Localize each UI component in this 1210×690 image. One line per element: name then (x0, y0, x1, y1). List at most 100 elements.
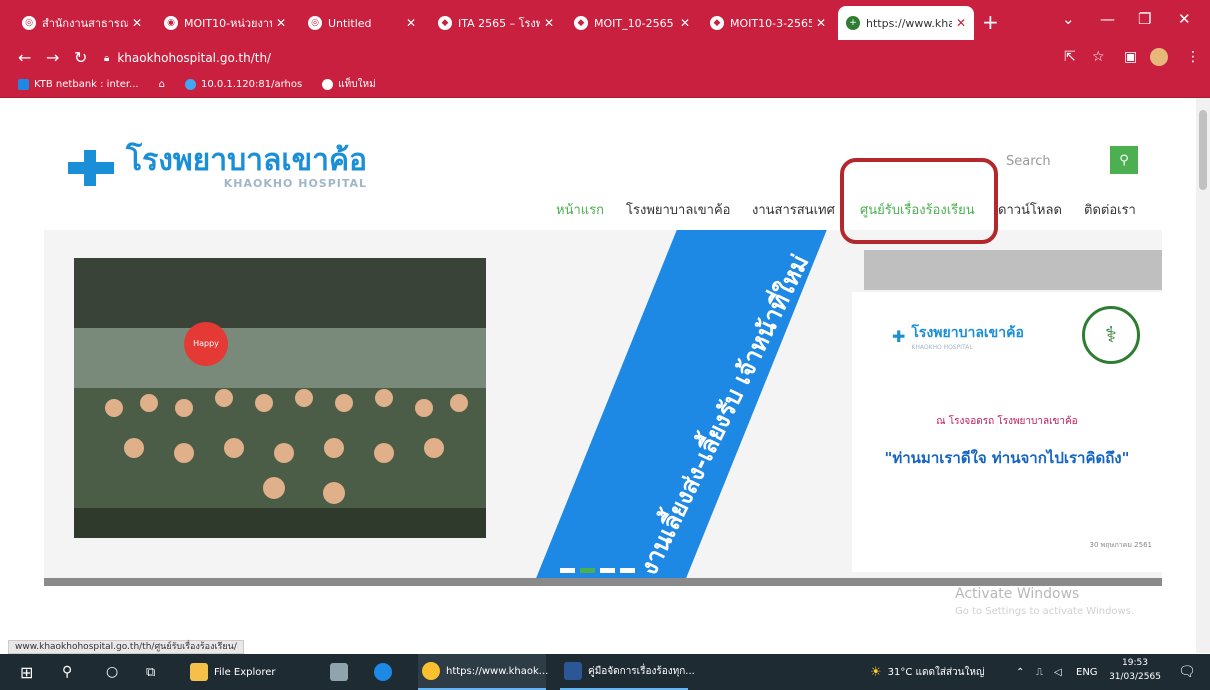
ita-icon: ◆ (438, 16, 452, 30)
search-icon: ⚲ (62, 664, 73, 680)
card-logo: ✚ โรงพยาบาลเขาค้อ KHAOKHO HOSPITAL (892, 322, 1024, 351)
start-button[interactable]: ⊞ (20, 654, 33, 690)
site-logo[interactable]: โรงพยาบาลเขาค้อ KHAOKHO HOSPITAL (66, 145, 367, 190)
search-icon: ⚲ (1119, 152, 1129, 168)
taskbar-edge[interactable] (374, 654, 398, 690)
balloon-text: Happy (193, 339, 219, 348)
logo-english-name: KHAOKHO HOSPITAL (223, 177, 368, 190)
menu-kebab-icon[interactable]: ⋮ (1186, 49, 1200, 65)
restore-icon[interactable]: ❐ (1138, 10, 1151, 28)
url-omnibox[interactable]: 🔒︎ khaokhohospital.go.th/th/ (104, 47, 1064, 69)
chrome-globe-icon (322, 79, 334, 90)
lock-icon: 🔒︎ (104, 52, 110, 64)
notification-button[interactable]: 🗨︎ (1178, 654, 1196, 690)
slider-dot[interactable] (600, 568, 615, 573)
app-icon (330, 663, 348, 681)
slide-card: ✚ โรงพยาบาลเขาค้อ KHAOKHO HOSPITAL ⚕ ณ โ… (852, 292, 1162, 572)
slider-dot[interactable] (560, 568, 575, 573)
hospital-cross-icon: ✚ (892, 327, 906, 346)
moit-icon: ◉ (164, 16, 178, 30)
bookmark-ktb[interactable]: KTB netbank : inter... (18, 79, 139, 90)
nav-download[interactable]: ดาวน์โหลด (998, 199, 1062, 220)
search-input[interactable]: Search (1000, 148, 1110, 176)
tab-title: MOIT10-3-2565 (730, 16, 812, 30)
bookmark-arhos[interactable]: 10.0.1.120:81/arhos (184, 79, 303, 90)
hero-slider[interactable]: Happy งานเลี้ยงส่ง-เลี้ยงรับ เจ้าหน้าที่… (44, 230, 1162, 586)
nav-hospital[interactable]: โรงพยาบาลเขาค้อ (626, 199, 730, 220)
taskbar-clock[interactable]: 19:53 31/03/2565 (1105, 656, 1165, 684)
chrome-globe-icon: ◎ (22, 16, 36, 30)
close-icon[interactable]: ✕ (276, 16, 286, 30)
network-icon: ⎍ (1036, 666, 1043, 678)
close-icon[interactable]: ✕ (680, 16, 690, 30)
tray-language[interactable]: ENG (1076, 654, 1098, 690)
weather-sun-icon: ☀ (870, 664, 882, 680)
bookmark-star-icon[interactable]: ☆ (1092, 49, 1105, 65)
bookmark-home[interactable]: ⌂ (159, 79, 165, 90)
close-icon[interactable]: ✕ (544, 16, 554, 30)
chrome-icon (422, 662, 440, 680)
address-bar-row: ← → ↻ 🔒︎ khaokhohospital.go.th/th/ ⇱ ☆ ▣… (0, 44, 1210, 72)
hospital-cross-icon (66, 148, 116, 188)
search-button[interactable]: ⚲ (1110, 146, 1138, 174)
logo-thai-name: โรงพยาบาลเขาค้อ (126, 143, 368, 178)
close-icon[interactable]: ✕ (816, 16, 826, 30)
nav-home[interactable]: หน้าแรก (556, 199, 604, 220)
edge-icon (374, 663, 392, 681)
bookmark-label: 10.0.1.120:81/arhos (200, 79, 303, 90)
slider-bottom-bar (44, 578, 1162, 586)
slider-dot-active[interactable] (580, 568, 595, 573)
slider-dot[interactable] (620, 568, 635, 573)
tab-title: สำนักงานสาธารณสุ (42, 17, 128, 30)
minimize-icon[interactable]: — (1100, 10, 1115, 28)
share-icon[interactable]: ⇱ (1064, 49, 1076, 65)
forward-arrow-icon[interactable]: → (46, 48, 59, 67)
task-view-button[interactable]: ⧉ (146, 654, 155, 690)
taskbar-chrome[interactable]: https://www.khaok... (418, 654, 549, 690)
nav-contact[interactable]: ติดต่อเรา (1084, 199, 1136, 220)
chevron-up-icon: ⌃ (1016, 666, 1025, 678)
close-icon[interactable]: ✕ (406, 16, 416, 30)
folder-icon (190, 663, 208, 681)
notification-icon: 🗨︎ (1178, 664, 1196, 680)
home-icon: ⌂ (158, 79, 165, 90)
close-icon[interactable]: ✕ (956, 16, 966, 30)
tray-volume[interactable]: ◁ (1054, 654, 1062, 690)
profile-avatar[interactable] (1150, 48, 1168, 66)
tab-ita-2565[interactable]: ◆ ITA 2565 – โรงพ ✕ (430, 6, 562, 40)
scrollbar-thumb[interactable] (1199, 110, 1207, 190)
chevron-down-icon[interactable]: ⌄ (1062, 10, 1075, 28)
taskbar-file-explorer[interactable]: File Explorer (190, 654, 276, 690)
slide-grey-bar (864, 250, 1162, 290)
cortana-button[interactable]: ○ (106, 654, 118, 690)
tab-moit-10-2565[interactable]: ◆ MOIT_10-2565 - ✕ (566, 6, 698, 40)
tab-untitled[interactable]: ◎ Untitled ✕ (300, 6, 424, 40)
tab-moit10-3-2565[interactable]: ◆ MOIT10-3-2565 ✕ (702, 6, 834, 40)
globe-icon (184, 79, 196, 90)
taskbar-label: คู่มือจัดการเรื่องร้องทุก... (588, 665, 695, 677)
sidebar-icon[interactable]: ▣ (1124, 49, 1137, 65)
nav-it[interactable]: งานสารสนเทศ (752, 199, 835, 220)
tray-chevron[interactable]: ⌃ (1016, 654, 1024, 690)
close-window-icon[interactable]: ✕ (1178, 10, 1191, 28)
tab-provincial-health[interactable]: ◎ สำนักงานสาธารณสุ ✕ (14, 6, 150, 40)
taskbar-label: https://www.khaok... (446, 665, 549, 677)
back-arrow-icon[interactable]: ← (18, 48, 31, 67)
card-logo-english: KHAOKHO HOSPITAL (911, 344, 973, 351)
taskbar-word[interactable]: คู่มือจัดการเรื่องร้องทุก... (560, 654, 695, 690)
card-logo-thai: โรงพยาบาลเขาค้อ (911, 325, 1024, 341)
tab-active-khaokho[interactable]: + https://www.kha ✕ (838, 6, 974, 40)
taskbar-app-pinned[interactable] (330, 654, 354, 690)
bookmarks-bar: KTB netbank : inter... ⌂ 10.0.1.120:81/a… (0, 72, 1210, 98)
close-icon[interactable]: ✕ (132, 16, 142, 30)
tray-network[interactable]: ⎍ (1036, 654, 1043, 690)
reload-icon[interactable]: ↻ (74, 48, 87, 67)
tab-moit10[interactable]: ◉ MOIT10-หน่วยงาน ✕ (156, 6, 294, 40)
search-taskbar-button[interactable]: ⚲ (62, 654, 72, 690)
weather-widget[interactable]: ☀ 31°C แดดใส่ส่วนใหญ่ (870, 654, 985, 690)
tab-title: https://www.kha (866, 16, 952, 30)
staff-group-photo: Happy (74, 258, 486, 538)
new-tab-icon[interactable]: + (982, 10, 999, 34)
bookmark-newtab[interactable]: แท็บใหม่ (322, 77, 376, 92)
tab-title: ITA 2565 – โรงพ (458, 17, 540, 30)
